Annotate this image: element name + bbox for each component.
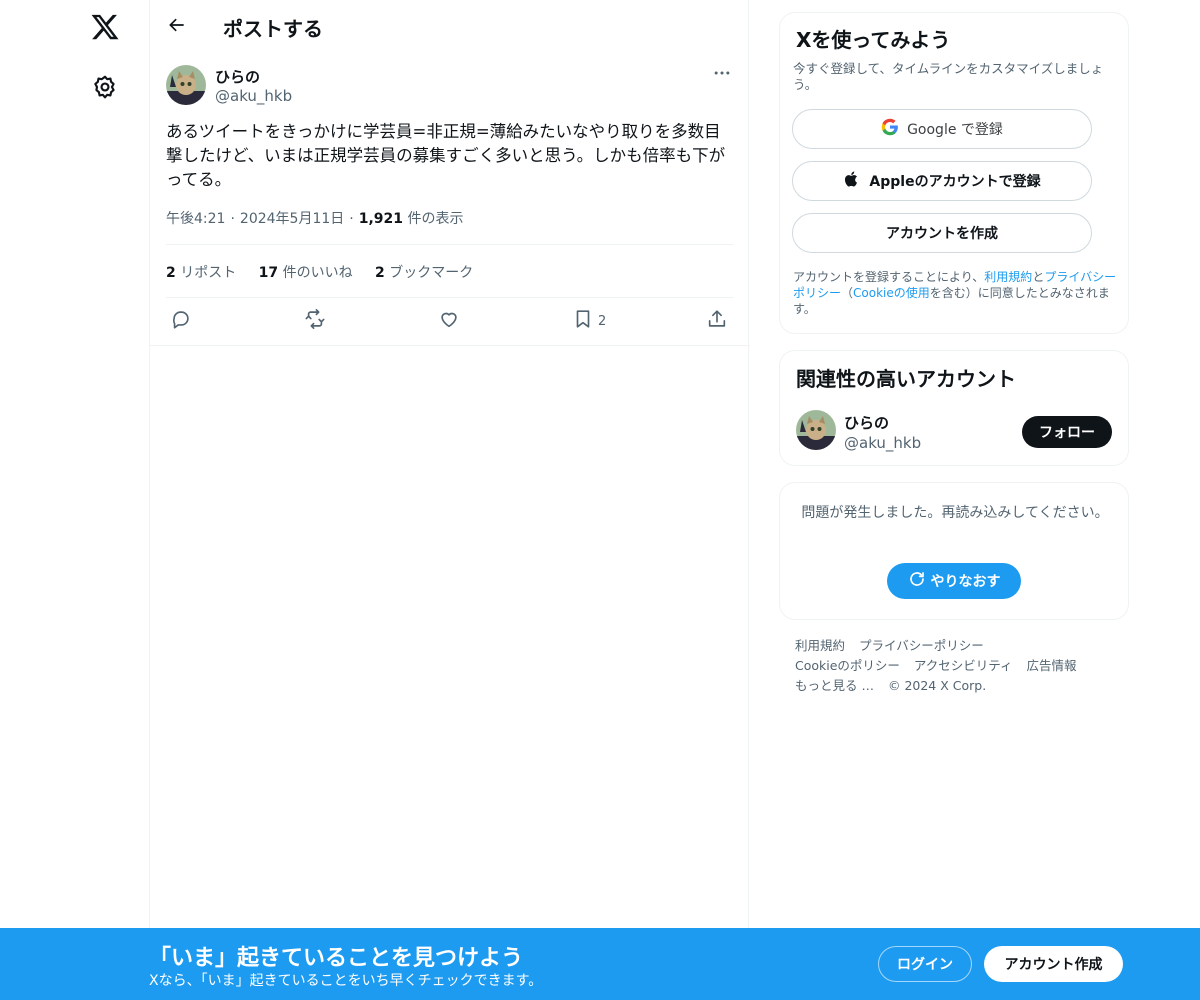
repost-icon <box>304 308 326 334</box>
views-count: 1,921 <box>358 211 404 227</box>
bookmark-button[interactable]: 2 <box>572 308 606 334</box>
apple-icon <box>843 170 869 192</box>
share-icon <box>706 308 728 334</box>
google-signup-label: Google で登録 <box>907 122 1003 138</box>
refresh-icon <box>908 570 931 592</box>
more-icon <box>712 63 732 87</box>
repost-button[interactable] <box>304 308 326 334</box>
reply-button[interactable] <box>170 308 192 334</box>
likes-stat[interactable]: 17 件のいいね <box>259 265 353 281</box>
signup-card: Xを使ってみよう 今すぐ登録して、タイムラインをカスタマイズしましょう。 Goo… <box>779 12 1129 334</box>
left-nav <box>60 0 150 1000</box>
author-name[interactable]: ひらの <box>215 66 260 87</box>
footer-more-link[interactable]: もっと見る … <box>795 678 874 693</box>
bookmark-count: 2 <box>598 313 607 329</box>
footer-cookie-link[interactable]: Cookieのポリシー <box>795 658 900 673</box>
google-icon <box>881 118 907 140</box>
signup-card-description: 今すぐ登録して、タイムラインをカスタマイズしましょう。 <box>793 61 1104 92</box>
create-account-button[interactable]: アカウントを作成 <box>792 213 1092 253</box>
bookmarks-stat[interactable]: 2 ブックマーク <box>375 265 473 281</box>
related-account-handle[interactable]: @aku_hkb <box>844 434 921 452</box>
post-meta: 午後4:21 · 2024年5月11日 · 1,921 件の表示 <box>166 211 464 227</box>
error-card: 問題が発生しました。再読み込みしてください。 やりなおす <box>779 482 1129 620</box>
views-label: 件の表示 <box>407 211 464 227</box>
bottom-bar-title: 「いま」起きていることを見つけよう <box>149 946 524 971</box>
login-button[interactable]: ログイン <box>878 946 972 982</box>
footer-ads-link[interactable]: 広告情報 <box>1027 658 1077 673</box>
post-actions: 2 <box>150 308 750 334</box>
legal-notice: アカウントを登録することにより、利用規約とプライバシーポリシー（Cookieの使… <box>793 270 1117 316</box>
divider <box>166 244 734 245</box>
back-button[interactable] <box>162 12 192 42</box>
more-options-button[interactable] <box>708 63 736 87</box>
post-text: あるツイートをきっかけに学芸員=非正規=薄給みたいなやり取りを多数目撃したけど、… <box>166 122 726 189</box>
post-detail: ひらの @aku_hkb あるツイートをきっかけに学芸員=非正規=薄給みたいなや… <box>150 53 750 346</box>
bottom-bar-subtitle: Xなら、「いま」起きていることをいち早くチェックできます。 <box>149 973 543 989</box>
x-logo-icon[interactable] <box>90 12 120 42</box>
related-accounts-title: 関連性の高いアカウント <box>796 367 1016 391</box>
gear-icon[interactable] <box>92 74 118 100</box>
cookie-link[interactable]: Cookieの使用 <box>853 286 930 300</box>
post-stats: 2 リポスト 17 件のいいね 2 ブックマーク <box>166 262 491 282</box>
follow-button[interactable]: フォロー <box>1022 416 1112 448</box>
reply-icon <box>170 308 192 334</box>
footer-accessibility-link[interactable]: アクセシビリティ <box>914 658 1013 673</box>
error-message: 問題が発生しました。再読み込みしてください。 <box>801 505 1109 521</box>
google-signup-button[interactable]: Google で登録 <box>792 109 1092 149</box>
post-time[interactable]: 午後4:21 <box>166 211 225 227</box>
related-account-name[interactable]: ひらの <box>844 412 889 433</box>
bookmark-icon <box>572 308 594 334</box>
reposts-stat[interactable]: 2 リポスト <box>166 265 236 281</box>
footer-terms-link[interactable]: 利用規約 <box>795 638 845 653</box>
signup-card-title: Xを使ってみよう <box>796 28 951 52</box>
signup-button[interactable]: アカウント作成 <box>984 946 1123 982</box>
terms-link[interactable]: 利用規約 <box>984 270 1032 284</box>
retry-button[interactable]: やりなおす <box>887 563 1021 599</box>
avatar[interactable] <box>166 65 206 105</box>
retry-label: やりなおす <box>930 574 1001 590</box>
copyright: © 2024 X Corp. <box>887 678 987 693</box>
like-button[interactable] <box>438 308 460 334</box>
footer-links: 利用規約 プライバシーポリシー Cookieのポリシー アクセシビリティ 広告情… <box>795 636 1115 696</box>
apple-signup-button[interactable]: Appleのアカウントで登録 <box>792 161 1092 201</box>
divider <box>166 297 734 298</box>
avatar[interactable] <box>796 410 836 450</box>
page-header: ポストする <box>150 0 750 53</box>
footer-privacy-link[interactable]: プライバシーポリシー <box>859 638 984 653</box>
share-button[interactable] <box>706 308 728 334</box>
create-account-label: アカウントを作成 <box>886 226 998 242</box>
related-accounts-card: 関連性の高いアカウント ひらの @aku_hkb フォロー <box>779 350 1129 466</box>
post-date[interactable]: 2024年5月11日 <box>240 211 344 227</box>
main-column: ポストする ひらの @aku_hkb あるツイートをきっかけに学芸員=非正規=薄… <box>149 0 750 1000</box>
author-handle[interactable]: @aku_hkb <box>215 87 292 105</box>
heart-icon <box>438 308 460 334</box>
bottom-signup-bar: 「いま」起きていることを見つけよう Xなら、「いま」起きていることをいち早くチェ… <box>0 928 1200 1000</box>
page-title: ポストする <box>223 17 323 41</box>
apple-signup-label: Appleのアカウントで登録 <box>869 174 1041 190</box>
arrow-left-icon <box>167 15 187 39</box>
